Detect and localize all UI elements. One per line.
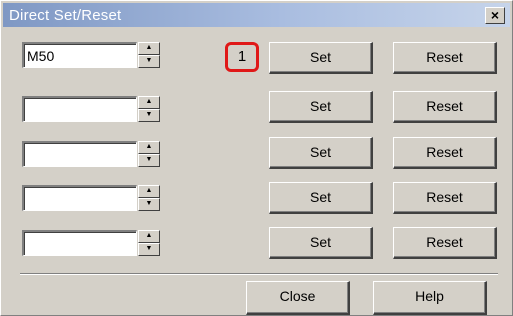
reset-label: Reset <box>426 49 463 65</box>
reset-button-1[interactable]: Reset <box>393 42 497 74</box>
device-input-5[interactable] <box>22 230 137 256</box>
window-title: Direct Set/Reset <box>9 7 122 24</box>
set-button-1[interactable]: Set <box>269 42 373 74</box>
device-input-4[interactable] <box>22 185 137 211</box>
spin-down-button[interactable]: ▼ <box>138 243 160 256</box>
spin-up-button[interactable]: ▲ <box>138 185 160 198</box>
spin-down-button[interactable]: ▼ <box>138 154 160 167</box>
arrow-up-icon: ▲ <box>145 143 153 150</box>
reset-label: Reset <box>426 234 463 250</box>
arrow-down-icon: ▼ <box>145 156 153 163</box>
spin-up-button[interactable]: ▲ <box>138 230 160 243</box>
device-input-1[interactable]: M50 <box>22 42 137 68</box>
arrow-down-icon: ▼ <box>145 245 153 252</box>
arrow-down-icon: ▼ <box>145 111 153 118</box>
help-button[interactable]: Help <box>373 281 487 315</box>
arrow-up-icon: ▲ <box>145 44 153 51</box>
spin-down-button[interactable]: ▼ <box>138 198 160 211</box>
close-icon: × <box>490 7 500 23</box>
dialog-window: Direct Set/Reset × M50 ▲ ▼ 1 Set Reset ▲… <box>0 0 513 316</box>
spin-up-button[interactable]: ▲ <box>138 141 160 154</box>
reset-label: Reset <box>426 98 463 114</box>
arrow-up-icon: ▲ <box>145 232 153 239</box>
close-window-button[interactable]: × <box>485 7 505 24</box>
separator-line <box>20 273 498 275</box>
device-spinner-1: ▲ ▼ <box>138 42 160 68</box>
set-button-4[interactable]: Set <box>269 182 373 214</box>
spin-up-button[interactable]: ▲ <box>138 96 160 109</box>
set-button-5[interactable]: Set <box>269 227 373 259</box>
close-label: Close <box>279 288 316 304</box>
arrow-up-icon: ▲ <box>145 187 153 194</box>
spin-up-button[interactable]: ▲ <box>138 42 160 55</box>
reset-button-3[interactable]: Reset <box>393 137 497 169</box>
device-spinner-5: ▲ ▼ <box>138 230 160 256</box>
device-spinner-3: ▲ ▼ <box>138 141 160 167</box>
spin-down-button[interactable]: ▼ <box>138 55 160 68</box>
arrow-down-icon: ▼ <box>145 200 153 207</box>
device-input-2[interactable] <box>22 96 137 122</box>
title-bar[interactable]: Direct Set/Reset × <box>3 3 510 27</box>
highlight-counter-badge: 1 <box>225 42 259 72</box>
reset-button-2[interactable]: Reset <box>393 91 497 123</box>
device-spinner-2: ▲ ▼ <box>138 96 160 122</box>
arrow-up-icon: ▲ <box>145 98 153 105</box>
reset-label: Reset <box>426 189 463 205</box>
reset-button-4[interactable]: Reset <box>393 182 497 214</box>
set-button-2[interactable]: Set <box>269 91 373 123</box>
set-button-3[interactable]: Set <box>269 137 373 169</box>
spin-down-button[interactable]: ▼ <box>138 109 160 122</box>
arrow-down-icon: ▼ <box>145 57 153 64</box>
reset-button-5[interactable]: Reset <box>393 227 497 259</box>
device-input-3[interactable] <box>22 141 137 167</box>
reset-label: Reset <box>426 144 463 160</box>
help-label: Help <box>415 288 444 304</box>
close-button[interactable]: Close <box>246 281 350 315</box>
device-spinner-4: ▲ ▼ <box>138 185 160 211</box>
